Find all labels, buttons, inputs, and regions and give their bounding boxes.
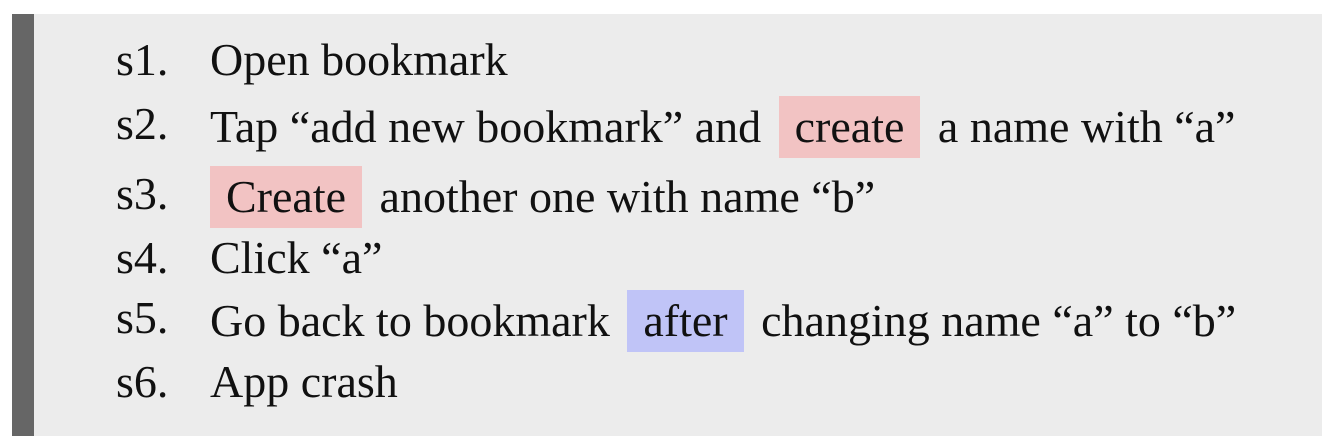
highlight-create: Create <box>210 166 363 228</box>
step-text-before: Tap “add new bookmark” and <box>210 101 762 152</box>
step-text-after: changing name “a” to “b” <box>761 295 1237 346</box>
step-text-after: a name with “a” <box>937 101 1236 152</box>
step-number: s4. <box>116 232 169 283</box>
step-number: s6. <box>116 356 169 407</box>
highlight-create: create <box>778 96 921 158</box>
step-text-before: Go back to bookmark <box>210 295 610 346</box>
highlight-after: after <box>627 290 744 352</box>
left-accent-bar <box>12 14 34 436</box>
steps-panel: s1. Open bookmark s2. Tap “add new bookm… <box>12 14 1322 436</box>
step-number: s5. <box>116 292 169 343</box>
step-text: App crash <box>210 354 398 410</box>
step-text: Create another one with name “b” <box>210 166 875 228</box>
step-number: s1. <box>116 34 169 85</box>
step-text: Open bookmark <box>210 32 508 88</box>
step-text-before: Click “a” <box>210 232 383 283</box>
step-text: Click “a” <box>210 230 382 286</box>
step-number: s3. <box>116 168 169 219</box>
step-number: s2. <box>116 98 169 149</box>
step-text: Tap “add new bookmark” and create a name… <box>210 96 1235 158</box>
step-text-before: Open bookmark <box>210 34 508 85</box>
step-text: Go back to bookmark after changing name … <box>210 290 1236 352</box>
step-text-before: App crash <box>210 356 398 407</box>
step-text-after: another one with name “b” <box>379 171 876 222</box>
